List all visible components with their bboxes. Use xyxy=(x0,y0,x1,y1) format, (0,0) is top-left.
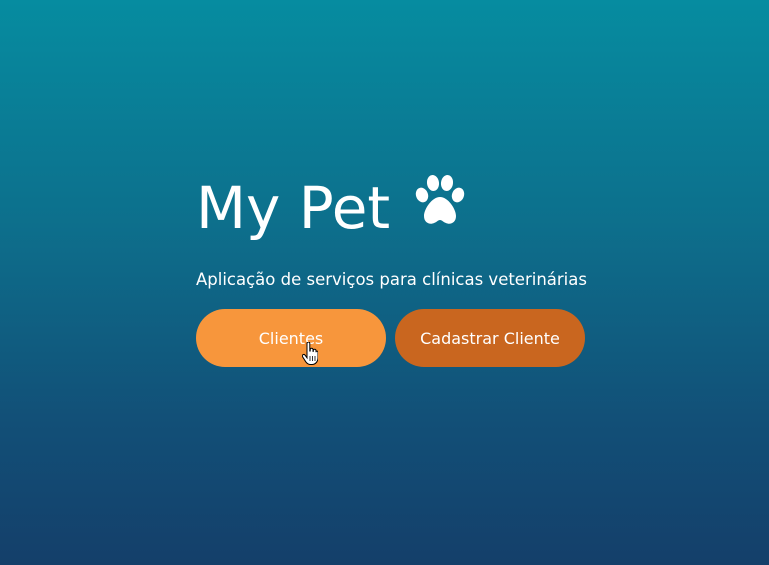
register-client-button-label: Cadastrar Cliente xyxy=(420,328,560,348)
app-title: My Pet xyxy=(196,174,391,242)
register-client-button[interactable]: Cadastrar Cliente xyxy=(395,309,585,367)
title-row: My Pet xyxy=(196,168,596,248)
hero-section: My Pet Aplicação de serviços para clínic… xyxy=(196,168,596,367)
clients-button[interactable]: Clientes xyxy=(196,309,386,367)
action-buttons: Clientes Cadastrar Cliente xyxy=(196,309,596,367)
paw-icon xyxy=(412,173,468,229)
app-subtitle: Aplicação de serviços para clínicas vete… xyxy=(196,270,587,289)
hand-pointer-icon xyxy=(301,341,319,366)
